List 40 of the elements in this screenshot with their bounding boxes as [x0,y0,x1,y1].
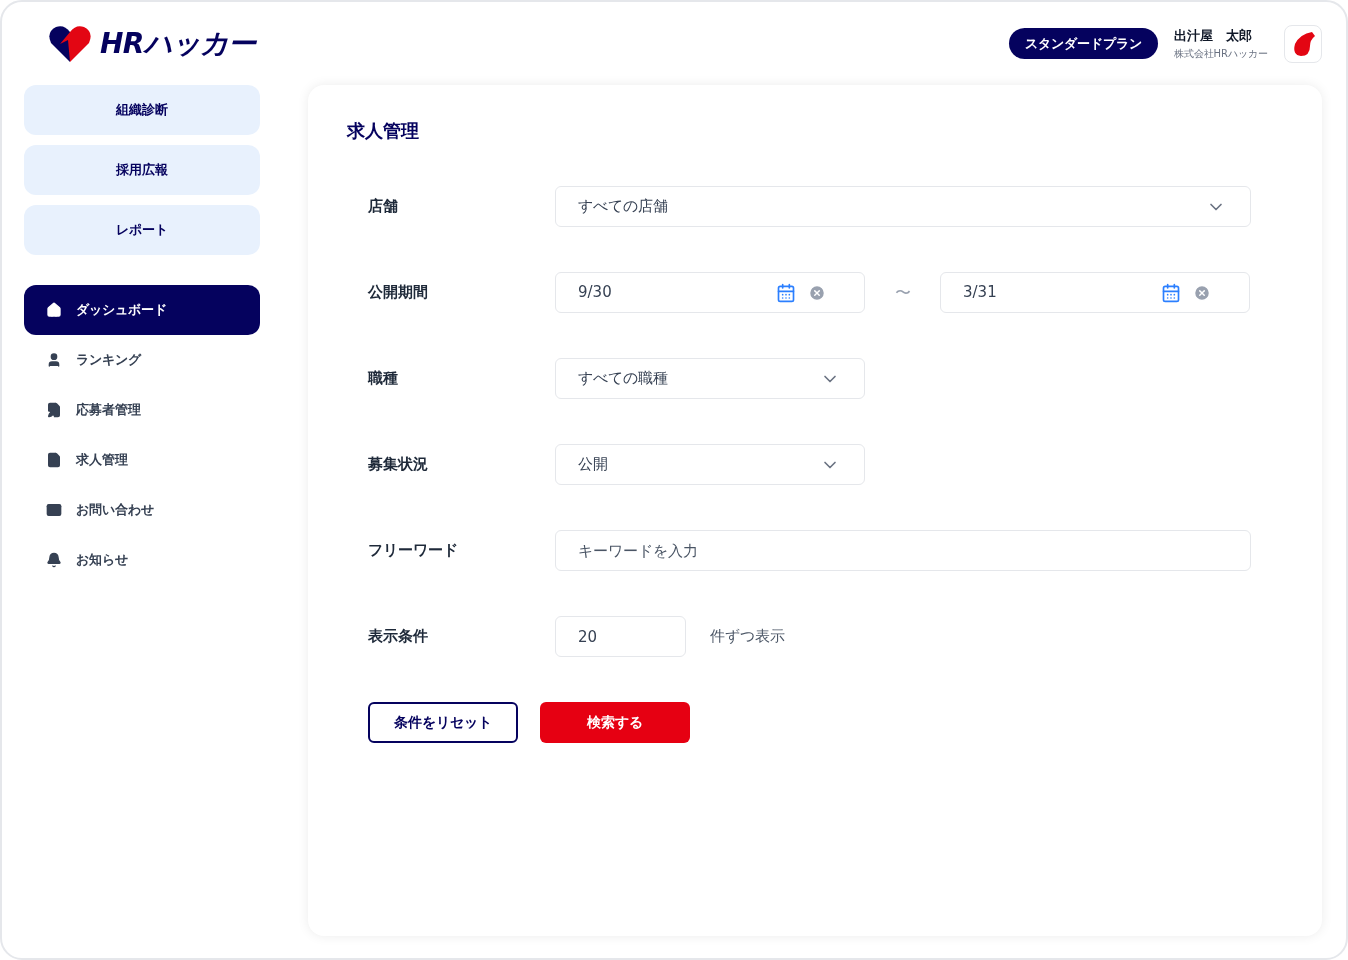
page-title: 求人管理 [347,119,420,143]
nav-item[interactable]: 求人管理 [24,435,260,485]
heart-logo-icon [48,23,92,64]
bell-icon [46,552,62,568]
field-label: 表示条件 [368,626,429,648]
home-icon [46,302,62,318]
clear-icon [1193,283,1211,302]
field-label: フリーワード [368,540,459,562]
field-label: 店舗 [368,196,399,218]
calendar-icon [1161,282,1181,303]
plan-badge: スタンダードプラン [1008,27,1158,60]
field-label: 公開期間 [368,282,429,304]
nav-item[interactable]: ダッシュボード [24,285,260,335]
select-field[interactable]: すべての店舗 [555,186,1251,227]
shortcut-button[interactable]: 組織診断 [24,85,260,135]
select-field[interactable]: 公開 [555,444,865,485]
user-icon [46,352,62,368]
clear-icon [808,283,826,302]
date-field[interactable]: 3/31 [940,272,1250,313]
shortcut-button[interactable]: 採用広報 [24,145,260,195]
nav-item[interactable]: 応募者管理 [24,385,260,435]
field-label: 職種 [368,368,399,390]
logo-text: HRハッカー [100,25,256,62]
select-field[interactable]: すべての職種 [555,358,865,399]
count-suffix: 件ずつ表示 [710,626,785,648]
keyword-field[interactable]: キーワードを入力 [555,530,1251,571]
nav-item[interactable]: ランキング [24,335,260,385]
nav-item[interactable]: お問い合わせ [24,485,260,535]
search-button[interactable]: 検索する [540,702,690,743]
field-label: 募集状況 [368,454,429,476]
company-name: 株式会社HRハッカー [1173,46,1268,61]
count-field[interactable]: 20 [555,616,686,657]
date-field[interactable]: 9/30 [555,272,865,313]
company-avatar[interactable] [1284,24,1322,63]
shortcut-button[interactable]: レポート [24,205,260,255]
range-separator: 〜 [893,281,912,304]
nav-item[interactable]: お知らせ [24,535,260,585]
calendar-icon [776,282,796,303]
reset-button[interactable]: 条件をリセット [368,702,518,743]
user-name: 出汁屋 太郎 [1173,27,1253,46]
